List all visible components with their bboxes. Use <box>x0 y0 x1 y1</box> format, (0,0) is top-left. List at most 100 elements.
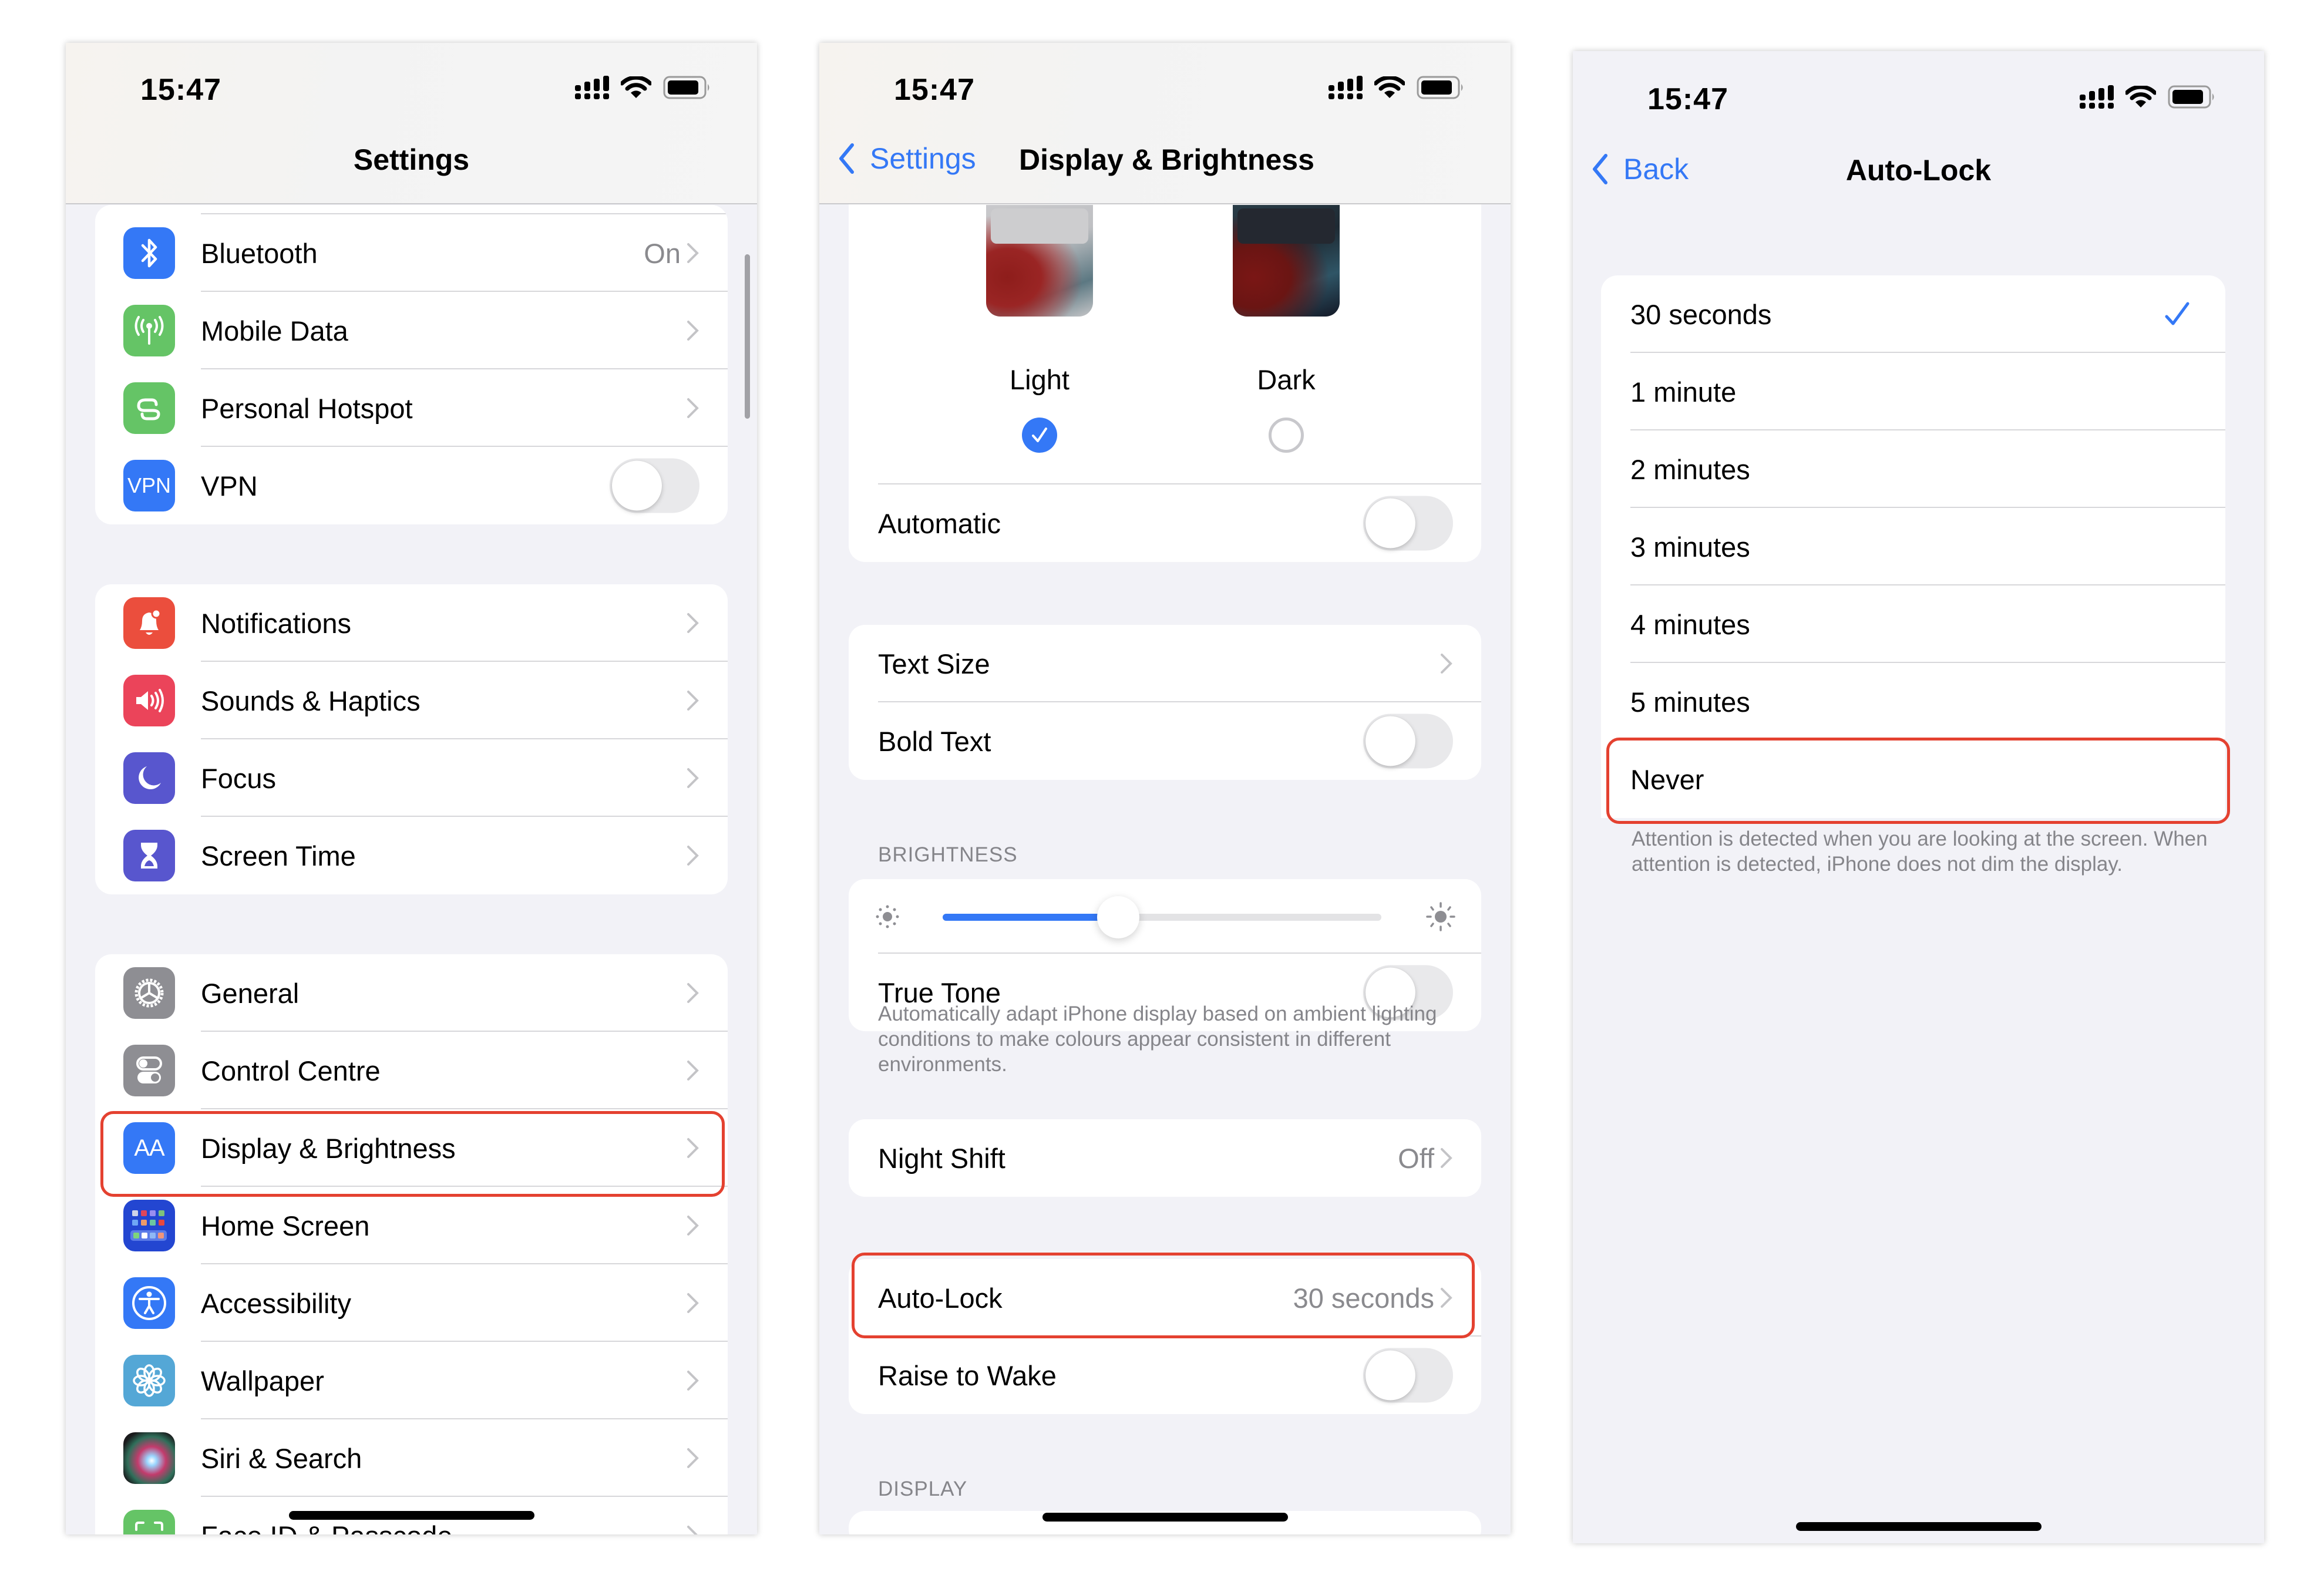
settings-row-personal-hotspot[interactable]: Personal Hotspot <box>95 369 728 447</box>
display-navbar: 15:47 Settings Display & Brightness <box>819 43 1511 204</box>
brightness-slider-track[interactable] <box>943 896 1381 938</box>
speaker-icon <box>123 675 175 726</box>
chevron-right-icon <box>687 613 699 633</box>
row-label: Personal Hotspot <box>201 392 413 424</box>
option-1-minute[interactable]: 1 minute <box>1601 353 2225 430</box>
bold-text-toggle[interactable] <box>1363 713 1453 769</box>
switches-icon <box>123 1045 175 1096</box>
settings-row-vpn[interactable]: VPN VPN <box>95 447 728 524</box>
brightness-header: BRIGHTNESS <box>878 843 1018 866</box>
chevron-right-icon <box>687 1448 699 1468</box>
settings-row-focus[interactable]: Focus <box>95 739 728 817</box>
row-label: Screen Time <box>201 840 356 871</box>
settings-row-control-centre[interactable]: Control Centre <box>95 1032 728 1109</box>
home-indicator[interactable] <box>1042 1513 1288 1522</box>
home-indicator[interactable] <box>1795 1522 2042 1531</box>
option-never[interactable]: Never <box>1601 741 2225 818</box>
notifications-group: Notifications Sounds & Haptics Focus Scr… <box>95 584 728 894</box>
bold-text-row[interactable]: Bold Text <box>849 702 1481 780</box>
dark-label: Dark <box>1257 364 1316 395</box>
chevron-right-icon <box>1441 654 1452 674</box>
option-4-minutes[interactable]: 4 minutes <box>1601 585 2225 663</box>
row-label: VPN <box>201 470 258 502</box>
settings-row-wallpaper[interactable]: Wallpaper <box>95 1342 728 1419</box>
auto-lock-row[interactable]: Auto-Lock 30 seconds <box>849 1259 1481 1337</box>
home-screen-grid-icon <box>123 1200 175 1251</box>
wifi-icon <box>621 76 651 98</box>
option-30-seconds[interactable]: 30 seconds <box>1601 275 2225 353</box>
settings-row-general[interactable]: General <box>95 954 728 1032</box>
scrollbar[interactable] <box>745 254 750 419</box>
row-label: Mobile Data <box>201 315 348 346</box>
light-appearance-preview[interactable] <box>986 205 1093 317</box>
option-label: 4 minutes <box>1630 608 1750 640</box>
row-label: Accessibility <box>201 1287 351 1319</box>
option-5-minutes[interactable]: 5 minutes <box>1601 663 2225 741</box>
row-label: Focus <box>201 762 276 794</box>
light-radio-selected[interactable] <box>1022 418 1057 453</box>
hourglass-icon <box>123 830 175 881</box>
option-label: 2 minutes <box>1630 453 1750 485</box>
automatic-row[interactable]: Automatic <box>849 484 1481 562</box>
row-label: Text Size <box>878 648 990 679</box>
dark-appearance-preview[interactable] <box>1233 205 1340 317</box>
vpn-toggle[interactable] <box>610 458 699 513</box>
battery-icon <box>1417 76 1463 99</box>
chevron-right-icon <box>687 768 699 788</box>
settings-row-mobile-data[interactable]: Mobile Data <box>95 292 728 369</box>
auto-lock-options-group: 30 seconds 1 minute 2 minutes 3 minutes … <box>1601 275 2225 818</box>
back-button[interactable]: Settings <box>838 142 976 176</box>
brightness-slider-fill <box>943 914 1118 921</box>
home-indicator[interactable] <box>288 1511 534 1520</box>
brightness-slider-thumb[interactable] <box>1097 896 1139 938</box>
status-time: 15:47 <box>894 73 975 107</box>
settings-row-accessibility[interactable]: Accessibility <box>95 1264 728 1342</box>
checkmark-icon <box>1032 428 1047 442</box>
row-label: Bluetooth <box>201 237 318 269</box>
dark-radio[interactable] <box>1269 418 1304 453</box>
chevron-right-icon <box>687 846 699 866</box>
settings-row-home-screen[interactable]: Home Screen <box>95 1187 728 1264</box>
chevron-right-icon <box>1441 1148 1452 1168</box>
page-title: Settings <box>353 143 470 176</box>
raise-to-wake-row[interactable]: Raise to Wake <box>849 1337 1481 1414</box>
row-label: Siri & Search <box>201 1442 362 1474</box>
settings-row-notifications[interactable]: Notifications <box>95 584 728 662</box>
display-brightness-screen: 15:47 Settings Display & Brightness Ligh… <box>819 43 1511 1534</box>
chevron-right-icon <box>1441 1288 1452 1308</box>
status-icons <box>2080 85 2216 109</box>
flower-icon <box>123 1355 175 1406</box>
connectivity-group: Bluetooth On Mobile Data Personal Hotspo… <box>95 205 728 524</box>
option-3-minutes[interactable]: 3 minutes <box>1601 508 2225 585</box>
auto-lock-navbar: 15:47 Back Auto-Lock <box>1573 51 2264 213</box>
settings-row-screen-time[interactable]: Screen Time <box>95 817 728 894</box>
text-size-row[interactable]: Text Size <box>849 625 1481 702</box>
status-time: 15:47 <box>140 73 221 107</box>
automatic-toggle[interactable] <box>1363 496 1453 551</box>
text-size-icon: AA <box>123 1122 175 1174</box>
page-title: Auto-Lock <box>1845 154 1992 187</box>
option-2-minutes[interactable]: 2 minutes <box>1601 430 2225 508</box>
bluetooth-icon <box>123 227 175 279</box>
settings-row-display-brightness[interactable]: AA Display & Brightness <box>95 1109 728 1187</box>
back-label: Settings <box>870 142 976 175</box>
settings-row-siri-search[interactable]: Siri & Search <box>95 1419 728 1497</box>
moon-icon <box>123 752 175 804</box>
row-label: Control Centre <box>201 1055 381 1086</box>
night-shift-row[interactable]: Night Shift Off <box>849 1119 1481 1197</box>
automatic-row-container: Automatic <box>849 484 1481 562</box>
settings-row-bluetooth[interactable]: Bluetooth On <box>95 214 728 292</box>
settings-row-sounds-haptics[interactable]: Sounds & Haptics <box>95 662 728 739</box>
cellular-signal-icon <box>2080 85 2114 109</box>
raise-to-wake-toggle[interactable] <box>1363 1348 1453 1403</box>
checkmark-icon <box>2165 302 2190 325</box>
row-label: Home Screen <box>201 1210 370 1241</box>
auto-lock-screen: 15:47 Back Auto-Lock 30 seconds 1 minute… <box>1573 51 2264 1543</box>
chevron-right-icon <box>687 1061 699 1081</box>
page-title: Display & Brightness <box>1019 143 1314 176</box>
chevron-right-icon <box>687 1526 698 1534</box>
battery-icon <box>663 76 709 99</box>
row-label: Wallpaper <box>201 1365 324 1396</box>
sun-small-icon <box>876 905 899 928</box>
general-group: General Control Centre AA Display & Brig… <box>95 954 728 1534</box>
